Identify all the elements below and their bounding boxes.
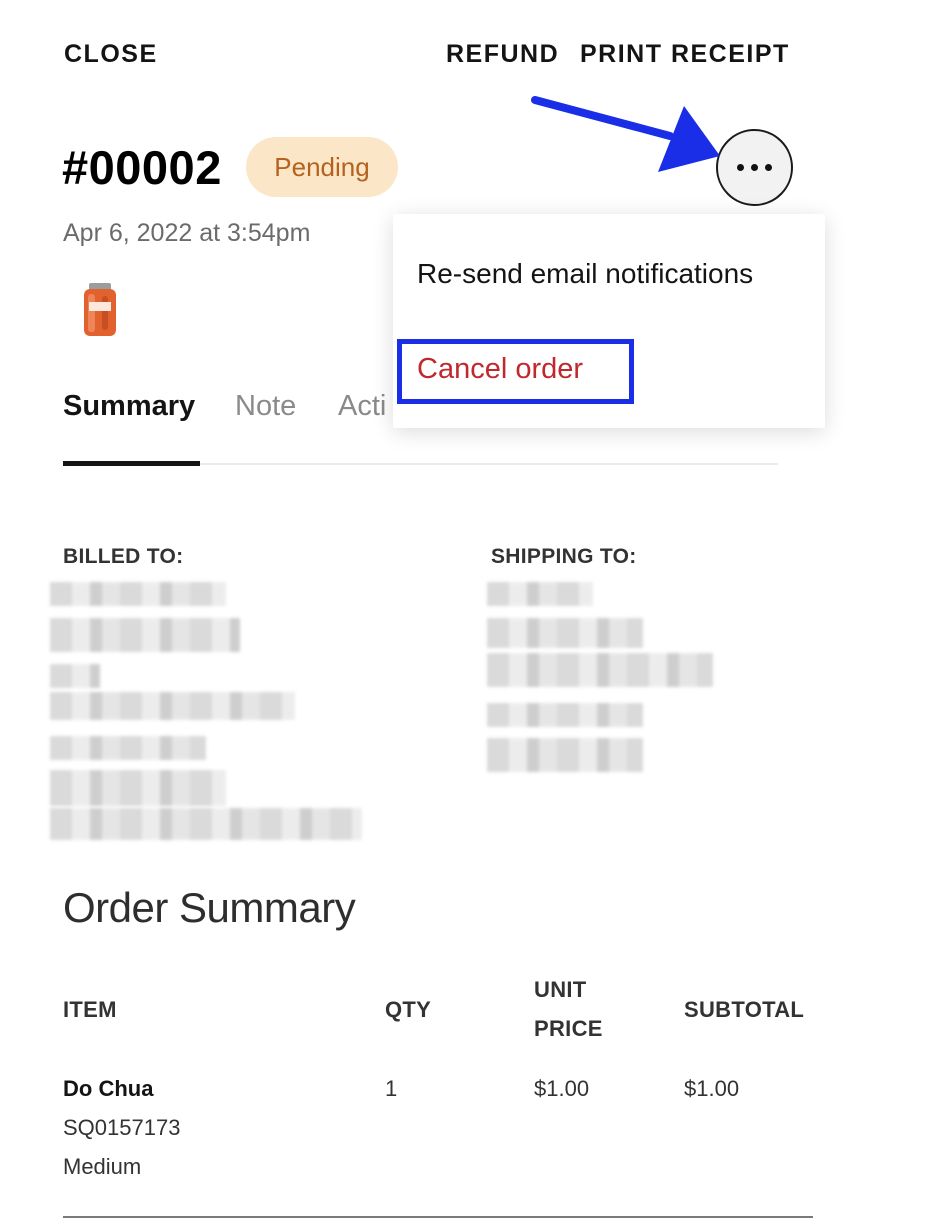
redacted-line bbox=[50, 582, 226, 606]
tab-activity[interactable]: Acti bbox=[338, 390, 394, 423]
item-unit-price: $1.00 bbox=[534, 1076, 590, 1101]
annotation-arrow-icon bbox=[531, 96, 720, 172]
active-tab-indicator bbox=[63, 461, 200, 466]
item-qty: 1 bbox=[385, 1076, 398, 1101]
more-horizontal-icon-dot bbox=[751, 164, 758, 171]
item-name: Do Chua bbox=[63, 1076, 154, 1101]
order-date: Apr 6, 2022 at 3:54pm bbox=[63, 219, 311, 247]
redacted-line bbox=[50, 618, 240, 652]
redacted-line bbox=[487, 653, 713, 687]
menu-item-cancel-order[interactable]: Cancel order bbox=[417, 353, 583, 386]
redacted-line bbox=[487, 703, 643, 727]
redacted-line bbox=[50, 770, 226, 806]
status-badge: Pending bbox=[246, 137, 398, 197]
more-horizontal-icon-dot bbox=[765, 164, 772, 171]
order-summary-title: Order Summary bbox=[63, 884, 356, 931]
redacted-line bbox=[50, 692, 295, 720]
menu-item-resend-notifications[interactable]: Re-send email notifications bbox=[417, 258, 753, 290]
more-horizontal-icon bbox=[737, 164, 744, 171]
order-number: #00002 bbox=[62, 141, 222, 194]
tab-note[interactable]: Note bbox=[235, 390, 296, 423]
print-receipt-button[interactable]: PRINT RECEIPT bbox=[580, 40, 790, 69]
item-variant: Medium bbox=[63, 1154, 142, 1179]
order-actions-menu: Re-send email notifications Cancel order bbox=[393, 214, 825, 428]
redacted-line bbox=[50, 736, 206, 760]
item-subtotal: $1.00 bbox=[684, 1076, 740, 1101]
column-header-qty: QTY bbox=[385, 997, 432, 1022]
close-button[interactable]: CLOSE bbox=[64, 40, 158, 69]
table-divider bbox=[63, 1216, 813, 1218]
more-actions-button[interactable] bbox=[716, 129, 793, 206]
refund-button[interactable]: REFUND bbox=[446, 40, 559, 69]
item-sku: SQ0157173 bbox=[63, 1115, 181, 1140]
redacted-line bbox=[50, 664, 100, 688]
redacted-line bbox=[487, 582, 593, 606]
tab-summary[interactable]: Summary bbox=[63, 390, 195, 423]
column-header-subtotal: SUBTOTAL bbox=[684, 997, 805, 1022]
column-header-unit-price: UNIT PRICE bbox=[534, 970, 603, 1048]
column-header-unit-price-line1: UNIT bbox=[534, 977, 587, 1002]
column-header-item: ITEM bbox=[63, 997, 117, 1022]
product-jar-icon bbox=[84, 283, 116, 336]
redacted-line bbox=[487, 618, 643, 648]
redacted-line bbox=[487, 738, 643, 772]
billed-to-heading: BILLED TO: bbox=[63, 545, 184, 568]
redacted-line bbox=[50, 808, 362, 840]
shipping-to-heading: SHIPPING TO: bbox=[491, 545, 637, 568]
column-header-unit-price-line2: PRICE bbox=[534, 1016, 603, 1041]
